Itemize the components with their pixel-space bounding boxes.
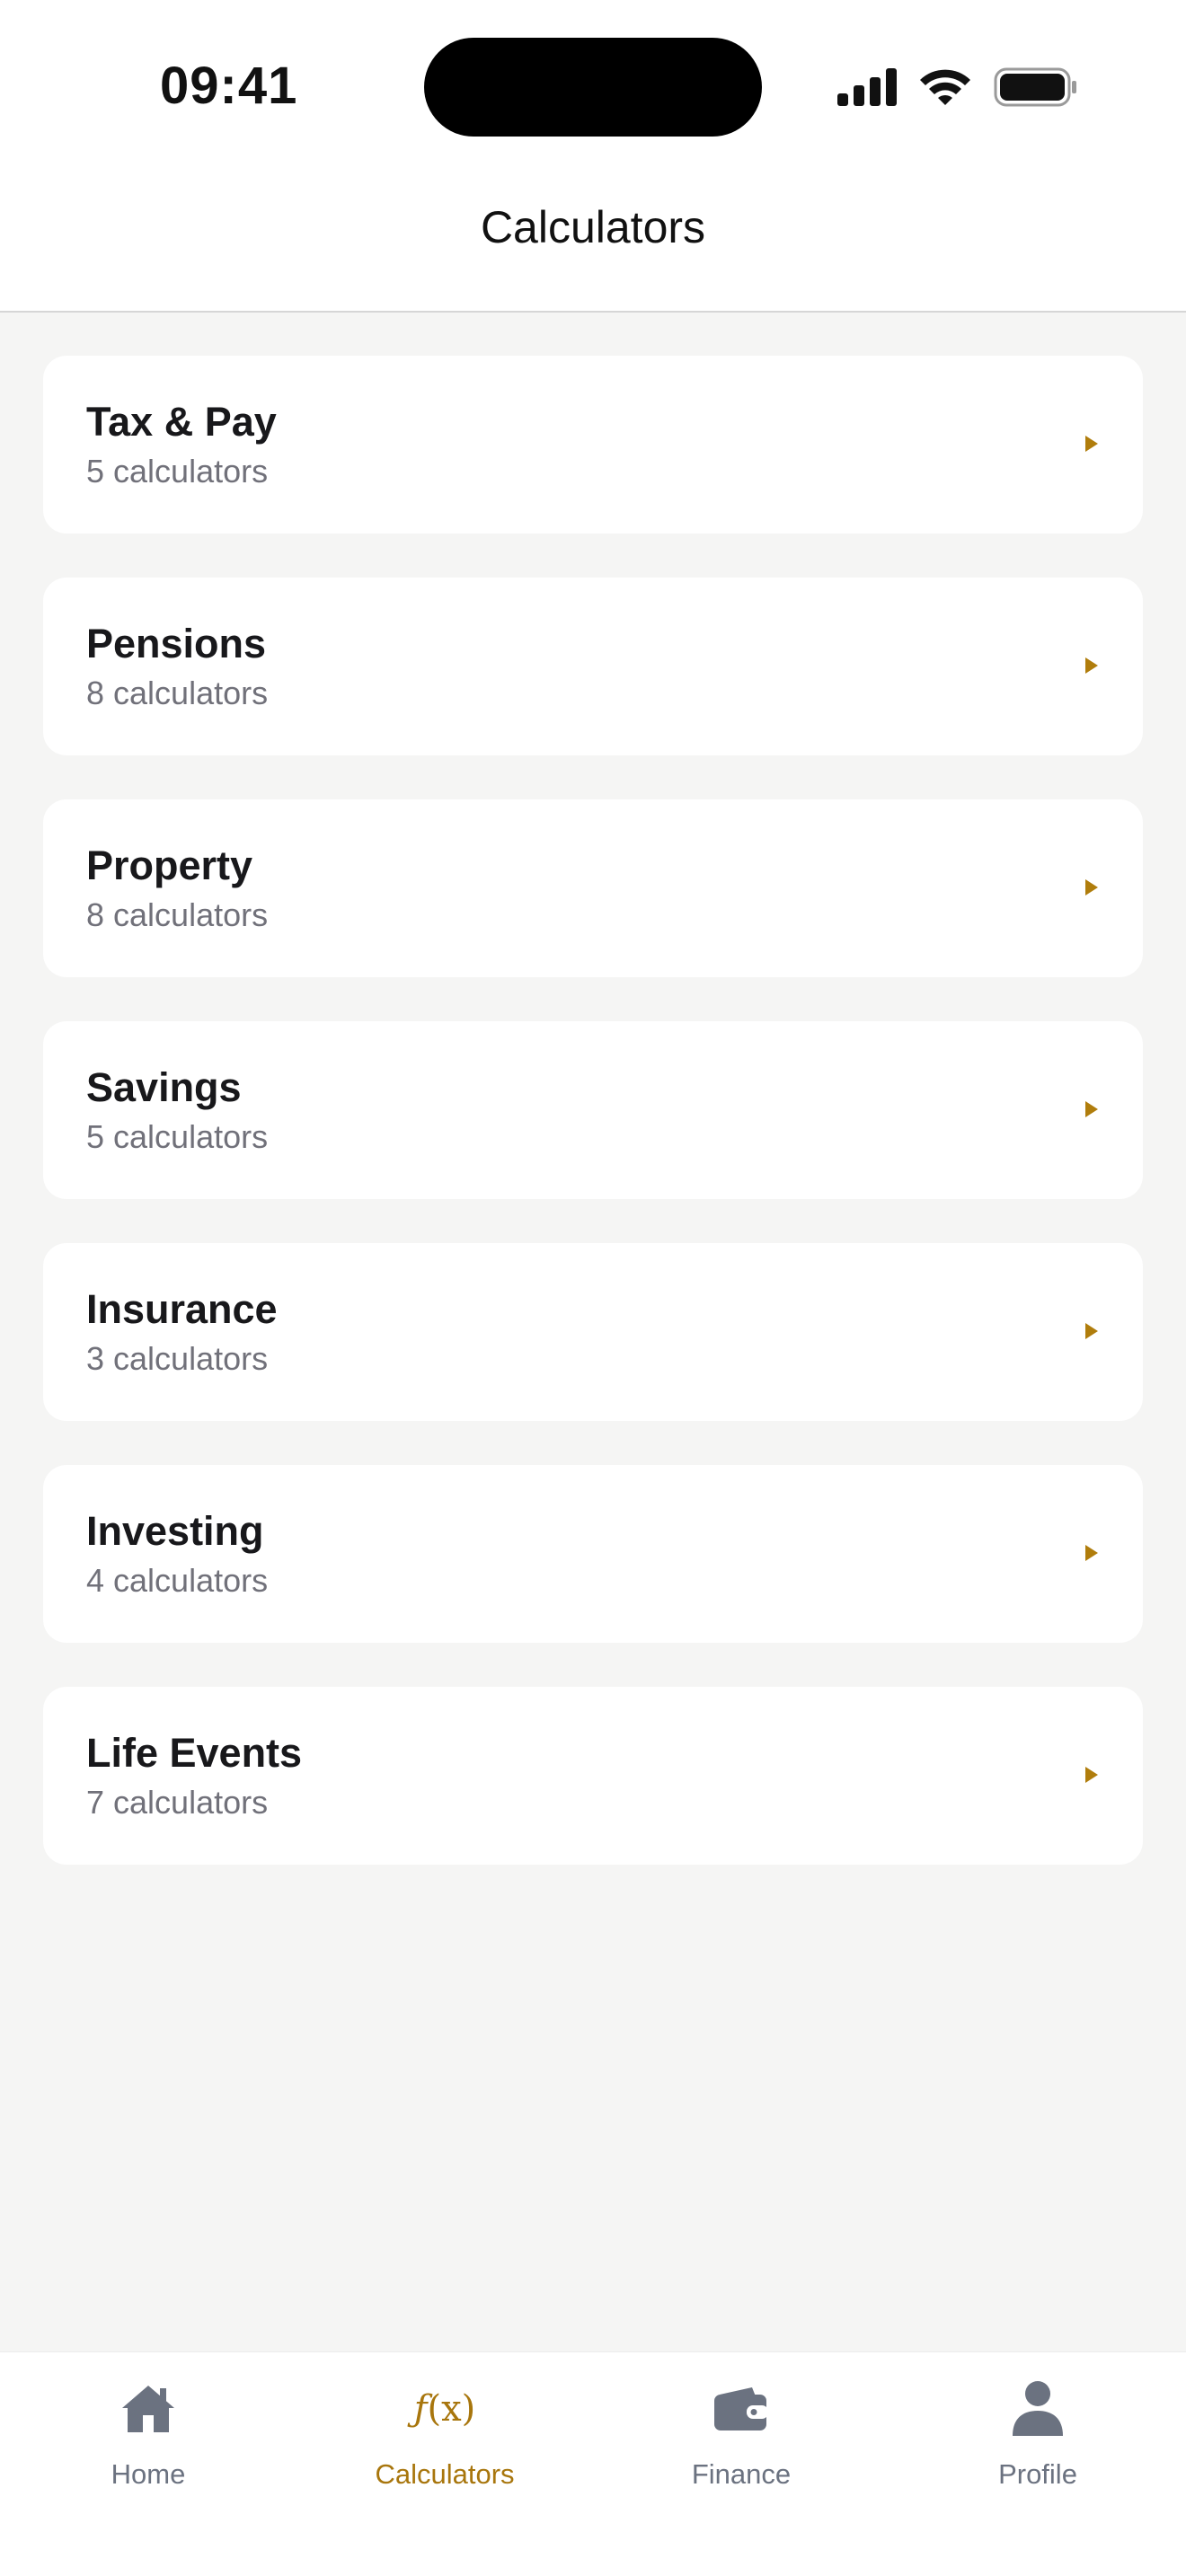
tab-label: Profile <box>998 2458 1077 2490</box>
category-count: 4 calculators <box>86 1562 269 1599</box>
category-list: Tax & Pay 5 calculators Pensions 8 calcu… <box>43 356 1143 1909</box>
battery-icon <box>994 67 1076 107</box>
tab-profile[interactable]: Profile <box>890 2352 1186 2576</box>
category-count: 8 calculators <box>86 675 269 711</box>
status-time: 09:41 <box>160 57 298 115</box>
category-name: Savings <box>86 1064 242 1110</box>
status-icons <box>837 66 1078 108</box>
category-name: Insurance <box>86 1286 278 1332</box>
category-card-insurance[interactable]: Insurance 3 calculators <box>43 1243 1143 1421</box>
chevron-right-icon <box>1085 1767 1098 1783</box>
chevron-right-icon <box>1085 1101 1098 1117</box>
chevron-right-icon <box>1085 879 1098 895</box>
page-title: Calculators <box>480 202 706 252</box>
category-count: 7 calculators <box>86 1784 269 1821</box>
category-count: 5 calculators <box>86 1118 269 1155</box>
category-card-life-events[interactable]: Life Events 7 calculators <box>43 1687 1143 1865</box>
calculators-screen: 09:41 Calculators Tax & Pay 5 calculator… <box>0 0 1186 2576</box>
category-card-investing[interactable]: Investing 4 calculators <box>43 1465 1143 1643</box>
tab-label: Calculators <box>375 2458 515 2490</box>
function-icon: ƒ(x) <box>413 2388 476 2430</box>
category-name: Tax & Pay <box>86 399 277 445</box>
navigation-header: Calculators <box>0 171 1186 313</box>
chevron-right-icon <box>1085 1545 1098 1561</box>
cellular-signal-icon <box>837 68 897 106</box>
category-card-tax-pay[interactable]: Tax & Pay 5 calculators <box>43 356 1143 534</box>
category-card-property[interactable]: Property 8 calculators <box>43 799 1143 977</box>
tab-label: Finance <box>691 2458 792 2490</box>
status-bar: 09:41 <box>0 0 1186 171</box>
tab-bar: Home ƒ(x) Calculators Finance Profile <box>0 2351 1186 2576</box>
tab-finance[interactable]: Finance <box>593 2352 890 2576</box>
category-count: 8 calculators <box>86 896 269 933</box>
tab-label: Home <box>111 2458 186 2490</box>
category-name: Property <box>86 842 253 888</box>
category-name: Investing <box>86 1508 264 1554</box>
wifi-icon <box>920 69 970 105</box>
category-count: 5 calculators <box>86 453 269 490</box>
category-count: 3 calculators <box>86 1340 269 1377</box>
person-icon <box>1005 2379 1070 2439</box>
category-name: Life Events <box>86 1730 303 1776</box>
wallet-icon <box>709 2379 774 2439</box>
dynamic-island <box>424 38 762 137</box>
category-name: Pensions <box>86 621 267 666</box>
tab-home[interactable]: Home <box>0 2352 296 2576</box>
category-card-pensions[interactable]: Pensions 8 calculators <box>43 578 1143 755</box>
chevron-right-icon <box>1085 436 1098 452</box>
chevron-right-icon <box>1085 1323 1098 1339</box>
category-card-savings[interactable]: Savings 5 calculators <box>43 1021 1143 1199</box>
chevron-right-icon <box>1085 657 1098 674</box>
home-icon <box>116 2379 181 2439</box>
tab-calculators[interactable]: ƒ(x) Calculators <box>296 2352 593 2576</box>
